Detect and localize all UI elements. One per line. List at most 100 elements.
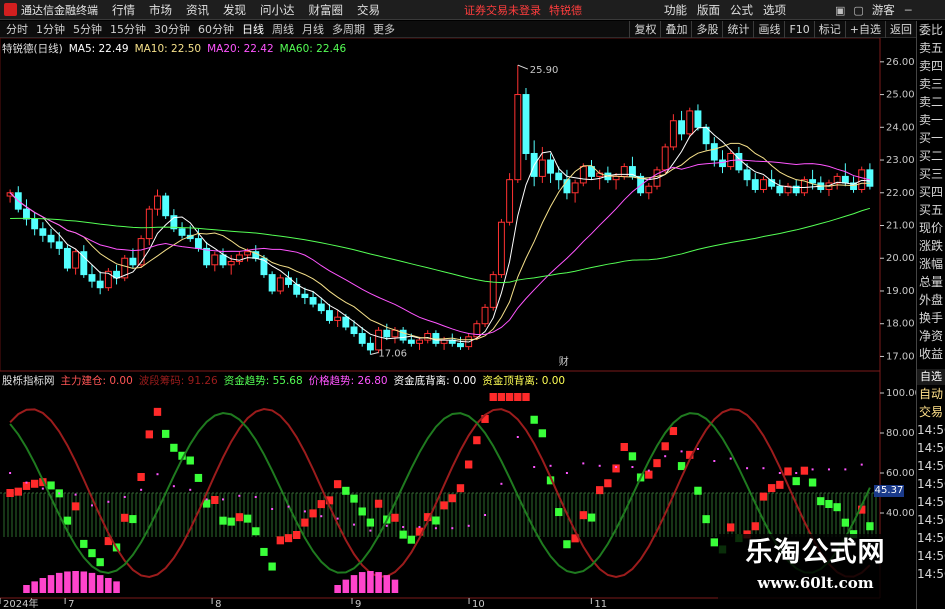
ind-dot	[385, 524, 388, 527]
candle-body	[538, 159, 546, 177]
period-tab-8[interactable]: 月线	[302, 21, 324, 37]
candle-body	[522, 94, 530, 154]
ind-magenta-bar	[80, 571, 88, 593]
period-tab-6[interactable]: 日线	[242, 21, 264, 37]
candle-body	[268, 274, 276, 292]
ind-dot	[402, 526, 405, 528]
candle-body	[145, 208, 153, 240]
price-tick-9: 17.00	[886, 351, 915, 362]
period-tab-5[interactable]: 60分钟	[198, 21, 234, 37]
ind-block	[833, 503, 841, 512]
candle-body	[416, 339, 423, 344]
ind-block	[333, 480, 342, 489]
ind-block	[211, 495, 219, 504]
ind-block	[227, 517, 235, 526]
toolbar-button-7[interactable]: +自选	[844, 21, 885, 38]
ind-dot	[189, 488, 192, 491]
candle-body	[661, 146, 669, 171]
quote-row-14: 总量	[918, 275, 943, 289]
candle-body	[407, 339, 415, 344]
period-tab-7[interactable]: 周线	[272, 21, 294, 37]
menu-item-0[interactable]: 行情	[112, 2, 135, 18]
candle-body	[555, 172, 563, 181]
candle-body	[31, 218, 39, 230]
minimize-icon[interactable]: ─	[905, 4, 912, 17]
current-value-tag: 45.37	[874, 485, 904, 497]
ind-block	[563, 540, 571, 549]
ind-tick-2: 60.00	[886, 468, 915, 479]
date-tick-3: 9	[355, 599, 361, 609]
period-tab-1[interactable]: 1分钟	[36, 21, 65, 37]
stock-notice[interactable]: 特锐德	[549, 2, 582, 18]
ind-block	[841, 518, 850, 527]
title-button-1[interactable]: 版面	[697, 2, 720, 18]
ind-block	[243, 514, 252, 523]
guest-button[interactable]: 游客	[872, 2, 895, 18]
ind-block	[252, 527, 260, 536]
title-button-0[interactable]: 功能	[664, 2, 687, 18]
skin-icon[interactable]: ▢	[853, 4, 863, 17]
quote-row-2: 卖四	[918, 59, 943, 73]
candle-body	[694, 110, 702, 128]
ind-block	[284, 534, 293, 543]
ind-block	[96, 558, 104, 567]
user-icon[interactable]: ▣	[835, 4, 845, 17]
ind-dot	[434, 527, 437, 530]
candle-body	[309, 297, 317, 305]
menu-item-1[interactable]: 市场	[149, 2, 172, 18]
ind-dot	[41, 487, 44, 490]
right-panel-self[interactable]: 自选	[917, 369, 945, 385]
menu-item-6[interactable]: 交易	[357, 2, 380, 18]
toolbar-button-8[interactable]: 返回	[885, 21, 916, 38]
ind-magenta-bar	[342, 579, 350, 593]
toolbar-button-6[interactable]: 标记	[813, 21, 845, 38]
ind-dot	[90, 504, 93, 507]
period-tab-9[interactable]: 多周期	[332, 21, 365, 37]
kline-chart[interactable]: 26.00 25.00 24.00 23.00 22.00 21.00 20.00 19.00…	[0, 38, 916, 609]
title-button-2[interactable]: 公式	[730, 2, 753, 18]
title-button-3[interactable]: 选项	[763, 2, 786, 18]
menu-item-5[interactable]: 财富圈	[309, 2, 344, 18]
ind-block	[71, 502, 80, 511]
trade-row-1[interactable]: 交易	[917, 403, 945, 421]
period-tab-3[interactable]: 15分钟	[110, 21, 146, 37]
candle-body	[211, 254, 219, 266]
toolbar-button-1[interactable]: 叠加	[660, 21, 691, 38]
trade-row-0[interactable]: 自动	[917, 385, 945, 403]
high-label: 25.90	[530, 65, 559, 76]
ind-dot	[25, 481, 28, 484]
toolbar-button-5[interactable]: F10	[784, 21, 813, 38]
toolbar-button-3[interactable]: 统计	[722, 21, 753, 38]
quote-row-17: 净资	[918, 329, 943, 343]
menu-item-2[interactable]: 资讯	[186, 2, 209, 18]
ind-block	[407, 535, 416, 544]
ind-block	[293, 531, 301, 540]
menu-item-4[interactable]: 问小达	[260, 2, 295, 18]
ind-block	[137, 473, 145, 482]
toolbar-button-2[interactable]: 多股	[691, 21, 722, 38]
candle-body	[129, 257, 137, 266]
candle-body	[612, 175, 620, 181]
candle-body	[334, 316, 342, 321]
login-notice[interactable]: 证券交易未登录	[464, 2, 541, 18]
toolbar-button-0[interactable]: 复权	[629, 21, 660, 38]
candle-body	[72, 251, 80, 269]
period-tab-10[interactable]: 更多	[373, 21, 395, 37]
ind-magenta-bar	[105, 578, 112, 593]
candle-body	[342, 316, 350, 328]
period-tab-2[interactable]: 5分钟	[73, 21, 102, 37]
candle-body	[39, 228, 47, 236]
ind-dot	[336, 517, 339, 520]
ind-block	[727, 523, 735, 532]
candle-body	[162, 195, 170, 217]
toolbar-button-4[interactable]: 画线	[753, 21, 784, 38]
candle-body	[489, 274, 497, 308]
period-tab-4[interactable]: 30分钟	[154, 21, 190, 37]
ind-dot	[696, 448, 699, 450]
ind-block	[63, 516, 72, 525]
quote-row-11: 现价	[918, 221, 943, 235]
menu-item-3[interactable]: 发现	[223, 2, 246, 18]
quote-row-13: 涨幅	[918, 257, 943, 271]
ind-dot	[74, 493, 77, 496]
period-tab-0[interactable]: 分时	[6, 21, 28, 37]
